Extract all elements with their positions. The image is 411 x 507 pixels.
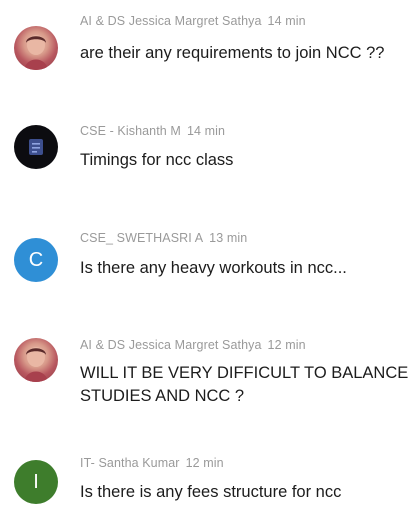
message-meta: AI & DS Jessica Margret Sathya 14 min: [80, 14, 306, 28]
avatar[interactable]: [14, 26, 58, 70]
avatar[interactable]: C: [14, 238, 58, 282]
message-meta: CSE_ SWETHASRI A 13 min: [80, 231, 247, 245]
message-text: Timings for ncc class: [80, 151, 234, 169]
message-text: Is there is any fees structure for ncc: [80, 483, 342, 501]
avatar-letter: I: [33, 470, 39, 493]
message-meta: AI & DS Jessica Margret Sathya 12 min: [80, 338, 306, 352]
sender-name: AI & DS Jessica Margret Sathya: [80, 338, 262, 352]
message-meta: IT- Santha Kumar 12 min: [80, 456, 224, 470]
sender-name: CSE - Kishanth M: [80, 124, 181, 138]
message-meta: CSE - Kishanth M 14 min: [80, 124, 225, 138]
message-time: 12 min: [185, 456, 224, 470]
chat-feed: AI & DS Jessica Margret Sathya 14 min are…: [0, 0, 411, 507]
avatar[interactable]: [14, 125, 58, 169]
sender-name: IT- Santha Kumar: [80, 456, 180, 470]
message-time: 12 min: [267, 338, 306, 352]
message-text: WILL IT BE VERY DIFFICULT TO BALANCE STU…: [80, 364, 409, 405]
profile-photo-icon: [24, 35, 48, 70]
avatar[interactable]: [14, 338, 58, 382]
sender-name: CSE_ SWETHASRI A: [80, 231, 204, 245]
message-time: 14 min: [186, 124, 226, 138]
sender-name: AI & DS Jessica Margret Sathya: [80, 14, 262, 28]
avatar-letter: C: [28, 248, 44, 271]
message-text: Is there any heavy workouts in ncc...: [80, 259, 347, 277]
profile-photo-icon: [24, 347, 48, 382]
avatar[interactable]: I: [14, 460, 58, 504]
profile-photo-icon: [29, 139, 43, 155]
message-text: are their any requirements to join NCC ?…: [80, 44, 385, 62]
message-time: 13 min: [209, 231, 248, 245]
message-time: 14 min: [267, 14, 306, 28]
